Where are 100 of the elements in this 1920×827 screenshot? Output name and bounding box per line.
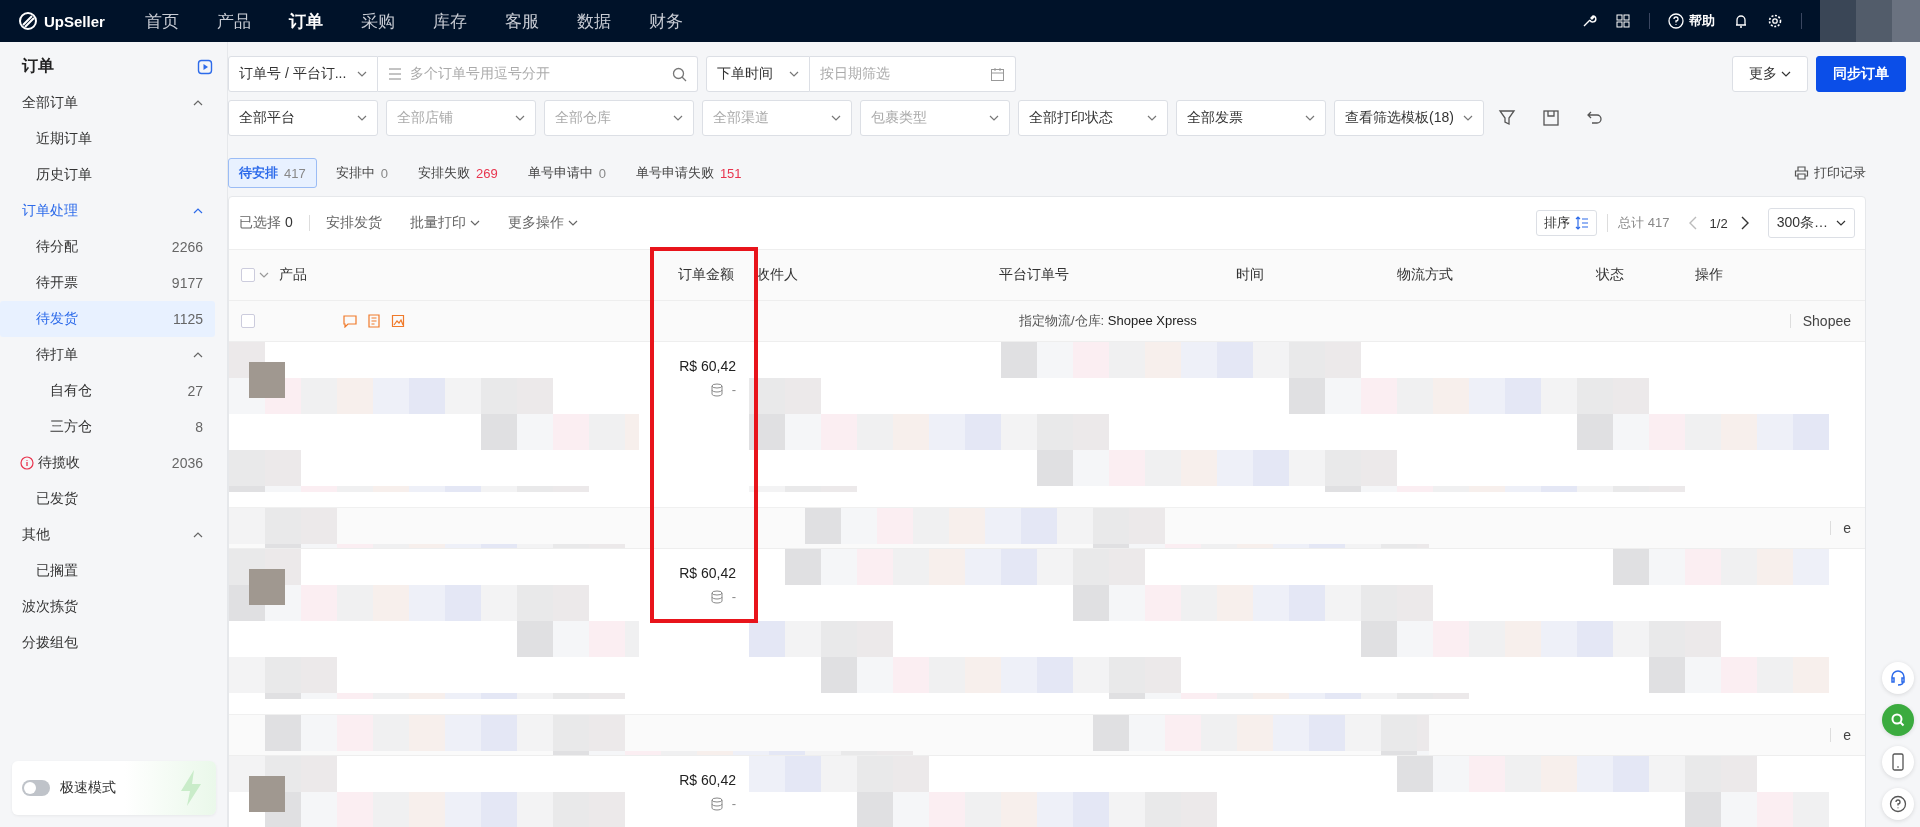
chevron-icon: [1781, 69, 1791, 79]
toggle-switch[interactable]: [22, 780, 50, 796]
chevron-icon: [193, 350, 203, 360]
nav-item[interactable]: 首页: [126, 9, 198, 33]
column-header: 平台订单号: [999, 266, 1069, 282]
total-count: 总计 417: [1607, 214, 1670, 232]
list-icon: [388, 68, 402, 80]
sidebar-item[interactable]: 待揽收 2036: [0, 445, 215, 481]
sidebar-item[interactable]: 待开票 9177: [0, 265, 215, 301]
headset-icon: [1889, 669, 1907, 687]
nav-item[interactable]: 采购: [342, 9, 414, 33]
sync-orders-button[interactable]: 同步订单: [1816, 56, 1906, 92]
apps-icon[interactable]: [1615, 13, 1631, 29]
column-header: 时间: [1236, 266, 1264, 282]
mobile-button[interactable]: [1882, 746, 1914, 778]
more-button[interactable]: 更多: [1732, 56, 1808, 92]
sort-button[interactable]: 排序: [1536, 210, 1598, 236]
status-tab[interactable]: 单号申请失败 151: [624, 158, 753, 188]
filter-select[interactable]: 查看筛选模板(18): [1334, 100, 1484, 136]
sidebar-item[interactable]: 三方仓 8: [0, 409, 215, 445]
wrench-icon[interactable]: [1581, 13, 1597, 29]
sidebar-item[interactable]: 已搁置: [0, 553, 215, 589]
chevron-icon: [567, 218, 578, 228]
undo-icon[interactable]: [1586, 109, 1604, 127]
toolbar-action[interactable]: 安排发货: [325, 214, 382, 232]
save-icon[interactable]: [1542, 109, 1560, 127]
next-page-button[interactable]: [1739, 216, 1750, 230]
sidebar-item[interactable]: 分拨组包: [0, 625, 215, 661]
filter-select[interactable]: 全部平台: [228, 100, 378, 136]
image-icon[interactable]: [391, 314, 405, 328]
order-amount: R$ 60,42: [679, 565, 736, 581]
filter-select[interactable]: 全部发票: [1176, 100, 1326, 136]
search-button[interactable]: [1882, 704, 1914, 736]
toolbar-action[interactable]: 批量打印: [409, 214, 480, 232]
settings-icon[interactable]: [1767, 13, 1783, 29]
nav-item[interactable]: 数据: [558, 9, 630, 33]
sidebar-item[interactable]: 近期订单: [0, 121, 215, 157]
nav-item[interactable]: 客服: [486, 9, 558, 33]
play-icon[interactable]: [197, 58, 213, 75]
sidebar-item[interactable]: 待发货 1125: [0, 301, 215, 337]
checkbox[interactable]: [241, 268, 255, 282]
nav-item[interactable]: 产品: [198, 9, 270, 33]
column-header: 物流方式: [1397, 266, 1453, 282]
order-amount: R$ 60,42: [679, 358, 736, 374]
chevron-icon: [357, 113, 367, 123]
coins-icon: [709, 589, 724, 604]
sidebar-item[interactable]: 待打单: [0, 337, 215, 373]
logistics-info: 指定物流/仓库: Shopee Xpress: [1019, 312, 1197, 330]
sidebar-item[interactable]: 自有仓 27: [0, 373, 215, 409]
sidebar-item[interactable]: 历史订单: [0, 157, 215, 193]
help-link[interactable]: 帮助: [1668, 12, 1715, 30]
chevron-icon: [469, 218, 480, 228]
sidebar-item[interactable]: 全部订单: [0, 85, 215, 121]
platform-name: Shopee: [1802, 313, 1851, 329]
cost-value: -: [731, 589, 736, 604]
print-record-link[interactable]: 打印记录: [1794, 164, 1866, 182]
page-size-select[interactable]: 300条…: [1767, 208, 1855, 238]
chevron-icon: [989, 113, 999, 123]
status-tab[interactable]: 安排中 0: [324, 158, 399, 188]
time-type-select[interactable]: 下单时间: [706, 56, 810, 92]
toolbar-action[interactable]: 更多操作: [507, 214, 578, 232]
status-tab[interactable]: 单号申请中 0: [516, 158, 617, 188]
status-tab[interactable]: 待安排 417: [228, 158, 317, 188]
platform-name: e: [1843, 727, 1851, 743]
chevron-icon: [673, 113, 683, 123]
nav-item[interactable]: 订单: [270, 9, 342, 33]
chevron-icon: [193, 530, 203, 540]
bell-icon[interactable]: [1733, 13, 1749, 29]
chevron-icon: [789, 69, 799, 79]
checkbox[interactable]: [241, 314, 255, 328]
calendar-icon: [990, 66, 1005, 82]
chat-icon[interactable]: [343, 314, 357, 328]
alert-icon: [20, 456, 34, 470]
phone-icon: [1891, 753, 1905, 771]
search-icon: [1890, 712, 1906, 728]
column-header: 操作: [1695, 266, 1723, 282]
column-header: 产品: [279, 266, 307, 282]
logo-icon: [18, 11, 38, 31]
sidebar-item[interactable]: 其他: [0, 517, 215, 553]
filter-select[interactable]: 全部打印状态: [1018, 100, 1168, 136]
column-header: 状态: [1596, 266, 1624, 282]
chevron-icon: [1463, 113, 1473, 123]
nav-item[interactable]: 财务: [630, 9, 702, 33]
lightning-icon: [178, 769, 204, 807]
column-header: 订单金额: [678, 266, 734, 282]
filter-icon[interactable]: [1498, 109, 1516, 127]
page-indicator: 1/2: [1709, 215, 1728, 231]
support-button[interactable]: [1882, 662, 1914, 694]
sidebar-item[interactable]: 订单处理: [0, 193, 215, 229]
search-icon: [672, 66, 687, 82]
status-tab[interactable]: 安排失败 269: [406, 158, 509, 188]
sidebar-item[interactable]: 已发货: [0, 481, 215, 517]
sidebar-item[interactable]: 波次拣货: [0, 589, 215, 625]
printer-icon: [1794, 166, 1809, 180]
coins-icon: [709, 796, 724, 811]
sidebar-item[interactable]: 待分配 2266: [0, 229, 215, 265]
search-type-select[interactable]: 订单号 / 平台订...: [228, 56, 378, 92]
nav-item[interactable]: 库存: [414, 9, 486, 33]
chevron-icon: [259, 270, 269, 280]
help-button[interactable]: [1882, 788, 1914, 820]
